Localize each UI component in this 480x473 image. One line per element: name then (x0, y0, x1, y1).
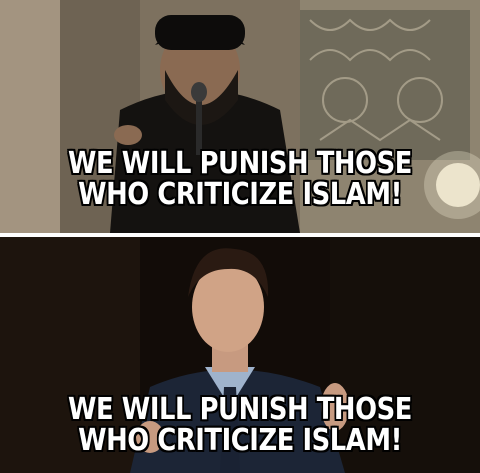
bottom-caption-line-2: WHO CRITICIZE ISLAM! (78, 423, 402, 458)
top-caption-line-2: WHO CRITICIZE ISLAM! (78, 177, 402, 212)
bottom-panel: WE WILL PUNISH THOSE WHO CRITICIZE ISLAM… (0, 237, 480, 473)
top-panel: WE WILL PUNISH THOSE WHO CRITICIZE ISLAM… (0, 0, 480, 233)
bottom-caption-line-1: WE WILL PUNISH THOSE (68, 392, 412, 427)
bottom-caption: WE WILL PUNISH THOSE WHO CRITICIZE ISLAM… (34, 394, 447, 456)
top-caption-line-1: WE WILL PUNISH THOSE (68, 146, 412, 181)
top-caption: WE WILL PUNISH THOSE WHO CRITICIZE ISLAM… (34, 148, 447, 210)
meme-image: WE WILL PUNISH THOSE WHO CRITICIZE ISLAM… (0, 0, 480, 473)
